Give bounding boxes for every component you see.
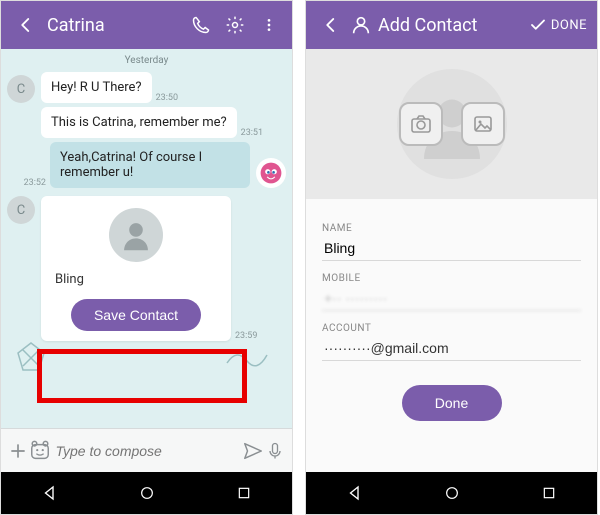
call-button[interactable] <box>184 8 218 42</box>
message-bubble[interactable]: Hey! R U There? <box>41 72 152 103</box>
chat-body: Yesterday C Hey! R U There? 23:50 This i… <box>1 49 292 428</box>
chat-appbar: Catrina <box>1 1 292 49</box>
back-button[interactable] <box>314 8 348 42</box>
contact-card[interactable]: Bling Save Contact <box>41 196 231 341</box>
voice-button[interactable] <box>264 436 286 466</box>
message-row: Yeah,Catrina! Of course I remember u! 23… <box>1 140 292 190</box>
message-time: 23:52 <box>24 178 46 188</box>
nav-home-button[interactable] <box>422 478 482 508</box>
message-bubble[interactable]: This is Catrina, remember me? <box>41 107 237 138</box>
chat-title: Catrina <box>43 15 184 36</box>
nav-back-button[interactable] <box>325 478 385 508</box>
message-time: 23:51 <box>241 128 263 138</box>
add-contact-appbar: Add Contact DONE <box>306 1 597 49</box>
contact-card-avatar-icon <box>109 208 163 262</box>
composer <box>1 428 292 472</box>
name-field[interactable] <box>322 234 581 261</box>
contact-avatar[interactable]: C <box>7 196 35 224</box>
nav-recents-button[interactable] <box>519 478 579 508</box>
send-button[interactable] <box>242 436 264 466</box>
overflow-button[interactable] <box>252 8 286 42</box>
done-button-top[interactable]: DONE <box>529 16 591 34</box>
nav-back-button[interactable] <box>20 478 80 508</box>
contact-card-name: Bling <box>51 270 221 289</box>
highlight-annotation <box>37 349 247 403</box>
name-label: NAME <box>322 223 581 234</box>
save-contact-button[interactable]: Save Contact <box>71 299 201 331</box>
message-time: 23:59 <box>235 331 257 341</box>
message-row: This is Catrina, remember me? 23:51 <box>1 105 292 140</box>
screen-title: Add Contact <box>374 15 529 36</box>
form-body: NAME MOBILE ACCOUNT Done <box>306 49 597 472</box>
camera-button[interactable] <box>399 102 443 146</box>
contact-card-row: C Bling Save Contact 23:59 <box>1 194 292 343</box>
nav-home-button[interactable] <box>117 478 177 508</box>
account-label: ACCOUNT <box>322 323 581 334</box>
contact-avatar[interactable]: C <box>7 75 35 103</box>
nav-recents-button[interactable] <box>214 478 274 508</box>
mobile-label: MOBILE <box>322 273 581 284</box>
avatar-picker-zone <box>306 49 597 199</box>
form-fields: NAME MOBILE ACCOUNT <box>306 199 597 361</box>
my-avatar-icon <box>256 158 286 188</box>
sticker-button[interactable] <box>29 436 51 466</box>
back-button[interactable] <box>9 8 43 42</box>
done-button[interactable]: Done <box>402 385 502 421</box>
add-button[interactable] <box>7 436 29 466</box>
contact-icon <box>348 8 374 42</box>
add-contact-screen: Add Contact DONE NAME MOBILE <box>305 0 598 515</box>
message-time: 23:50 <box>156 93 178 103</box>
system-navbar <box>1 472 292 514</box>
settings-button[interactable] <box>218 8 252 42</box>
mobile-field[interactable] <box>322 284 581 311</box>
done-label: DONE <box>551 18 587 33</box>
message-bubble[interactable]: Yeah,Catrina! Of course I remember u! <box>50 142 250 188</box>
gallery-button[interactable] <box>461 102 505 146</box>
system-navbar <box>306 472 597 514</box>
date-separator: Yesterday <box>1 55 292 66</box>
message-row: C Hey! R U There? 23:50 <box>1 70 292 105</box>
compose-input[interactable] <box>52 437 242 465</box>
chat-screen: Catrina Yesterday C Hey! R U There? 23:5… <box>0 0 293 515</box>
account-field[interactable] <box>322 334 581 361</box>
